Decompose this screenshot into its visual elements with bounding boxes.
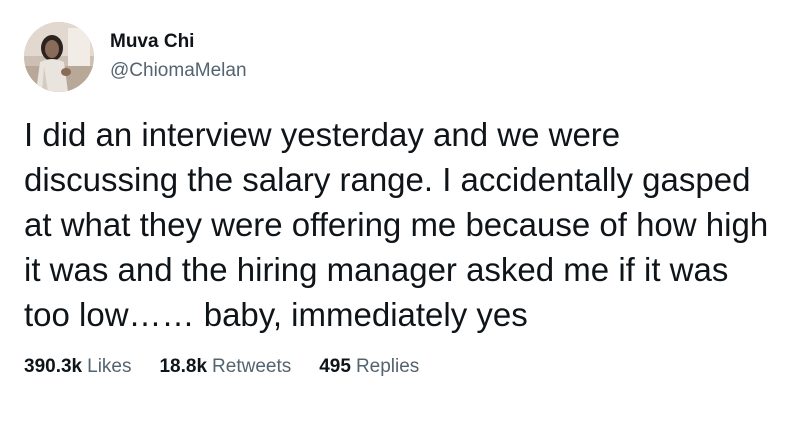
- likes-label: Likes: [87, 356, 132, 377]
- display-name[interactable]: Muva Chi: [110, 30, 247, 54]
- user-photo-avatar-icon: [24, 22, 94, 92]
- likes-count: 390.3k: [24, 356, 83, 377]
- engagement-stats: 390.3k Likes 18.8k Retweets 495 Replies: [24, 354, 447, 380]
- tweet-text-line: I did an interview yesterday and we were: [24, 116, 621, 153]
- retweets-label: Retweets: [212, 356, 292, 377]
- replies-stat[interactable]: 495 Replies: [319, 354, 419, 380]
- avatar[interactable]: [24, 22, 94, 92]
- user-handle[interactable]: @ChiomaMelan: [110, 58, 247, 84]
- author-block: Muva Chi @ChiomaMelan: [110, 30, 247, 84]
- replies-label: Replies: [355, 356, 420, 377]
- tweet-text-line: discussing the salary range. I accidenta…: [24, 161, 751, 198]
- tweet-text-line: too low…… baby, immediately yes: [24, 296, 528, 333]
- tweet-text-line: at what they were offering me because of…: [24, 206, 769, 243]
- tweet-text-line: it was and the hiring manager asked me i…: [24, 251, 729, 288]
- tweet-text: I did an interview yesterday and we were…: [24, 112, 784, 337]
- retweets-stat[interactable]: 18.8k Retweets: [159, 354, 291, 380]
- retweets-count: 18.8k: [159, 356, 208, 377]
- replies-count: 495: [319, 356, 351, 377]
- likes-stat[interactable]: 390.3k Likes: [24, 354, 131, 380]
- tweet-card: Muva Chi @ChiomaMelan I did an interview…: [0, 0, 800, 426]
